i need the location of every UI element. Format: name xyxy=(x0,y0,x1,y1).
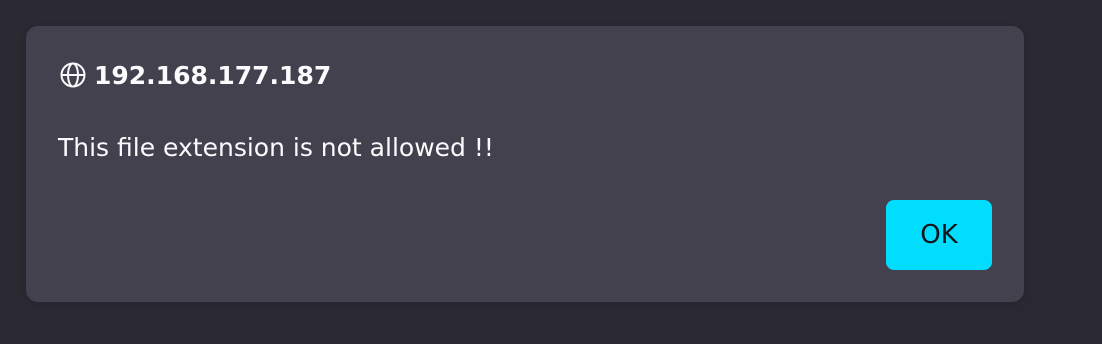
alert-dialog: 192.168.177.187 This file extension is n… xyxy=(26,26,1024,302)
dialog-origin: 192.168.177.187 xyxy=(58,57,331,93)
origin-address: 192.168.177.187 xyxy=(94,60,332,90)
ok-button[interactable]: OK xyxy=(886,200,992,270)
dialog-message: This file extension is not allowed !! xyxy=(58,133,494,162)
globe-icon xyxy=(58,60,88,90)
